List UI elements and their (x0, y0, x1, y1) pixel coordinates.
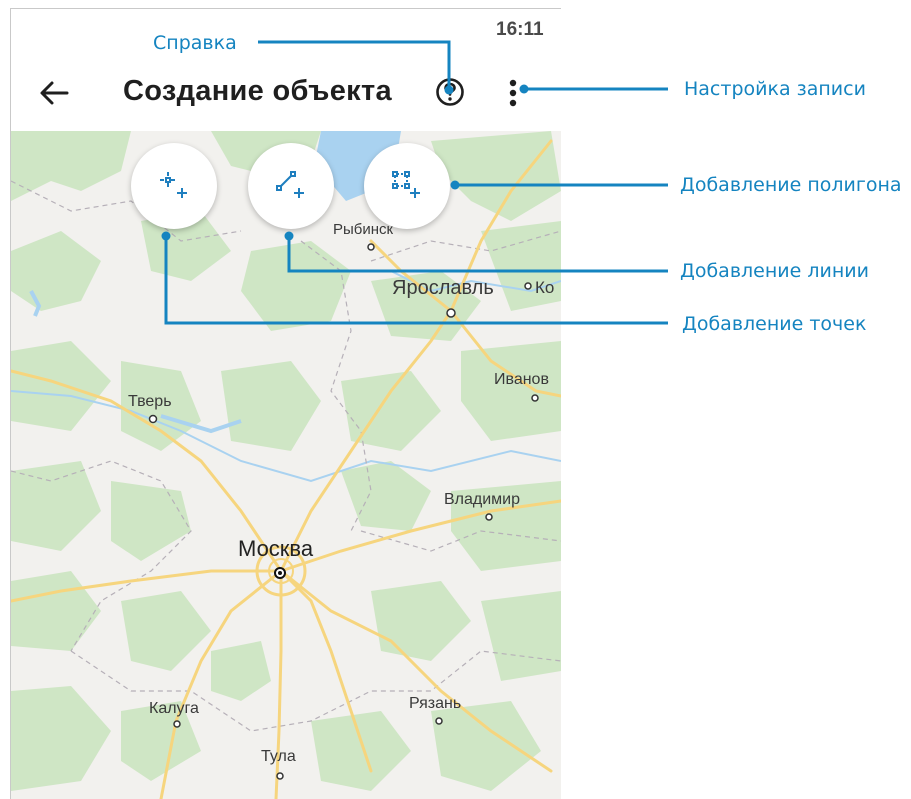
callout-add-points: Добавление точек (682, 313, 867, 335)
callout-add-polygon: Добавление полигона (680, 174, 902, 196)
callout-help: Справка (153, 32, 237, 54)
callout-lines (161, 40, 668, 325)
callout-record-settings: Настройка записи (684, 78, 866, 100)
callout-add-line: Добавление линии (680, 260, 869, 282)
